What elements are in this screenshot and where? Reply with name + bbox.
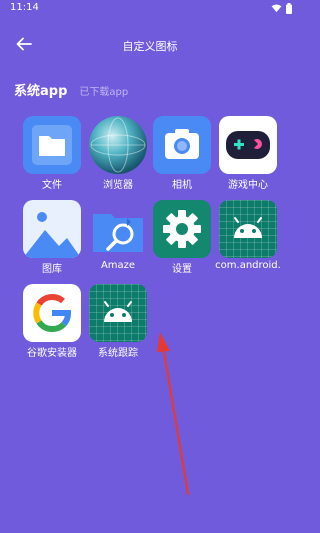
- app-item[interactable]: 图库: [18, 200, 84, 276]
- app-item[interactable]: Amaze: [84, 200, 150, 276]
- app-label: 图库: [42, 264, 62, 275]
- amaze-folder-icon: [89, 200, 147, 258]
- status-bar: 11:14: [0, 0, 300, 18]
- app-label: com.android.: [215, 260, 281, 271]
- status-time: 11:14: [10, 2, 39, 13]
- camera-icon: [153, 116, 211, 174]
- app-label: 相机: [172, 180, 192, 191]
- app-item[interactable]: 设置: [148, 200, 214, 276]
- folder-icon: [23, 116, 81, 174]
- wifi-icon: [271, 4, 282, 13]
- app-item[interactable]: 相机: [148, 116, 214, 192]
- app-item[interactable]: 游戏中心: [214, 116, 280, 192]
- battery-icon: [286, 3, 292, 14]
- app-item[interactable]: com.android.: [214, 200, 281, 276]
- app-label: 谷歌安装器: [27, 348, 77, 359]
- page-title: 自定义图标: [122, 40, 178, 53]
- status-icons: [271, 3, 292, 14]
- app-label: 设置: [172, 264, 192, 275]
- annotation-arrow: [157, 332, 190, 496]
- tab-bar: 系统app 已下载app: [14, 80, 128, 99]
- gamepad-icon: [219, 116, 277, 174]
- tab-downloaded-apps[interactable]: 已下载app: [79, 83, 128, 99]
- header: 自定义图标: [0, 28, 300, 60]
- app-item[interactable]: 谷歌安装器: [18, 284, 84, 360]
- app-item[interactable]: 浏览器: [84, 116, 150, 192]
- tab-system-apps[interactable]: 系统app: [14, 80, 67, 99]
- globe-icon: [89, 116, 147, 174]
- gallery-icon: [23, 200, 81, 258]
- gear-icon: [153, 200, 211, 258]
- app-label: 文件: [42, 180, 62, 191]
- google-icon: [23, 284, 81, 342]
- app-label: 系统跟踪: [98, 348, 138, 359]
- android-icon: [89, 284, 147, 342]
- app-item[interactable]: 文件: [18, 116, 84, 192]
- app-label: 游戏中心: [228, 180, 268, 191]
- app-item[interactable]: 系统跟踪: [84, 284, 150, 360]
- android-icon: [219, 200, 277, 258]
